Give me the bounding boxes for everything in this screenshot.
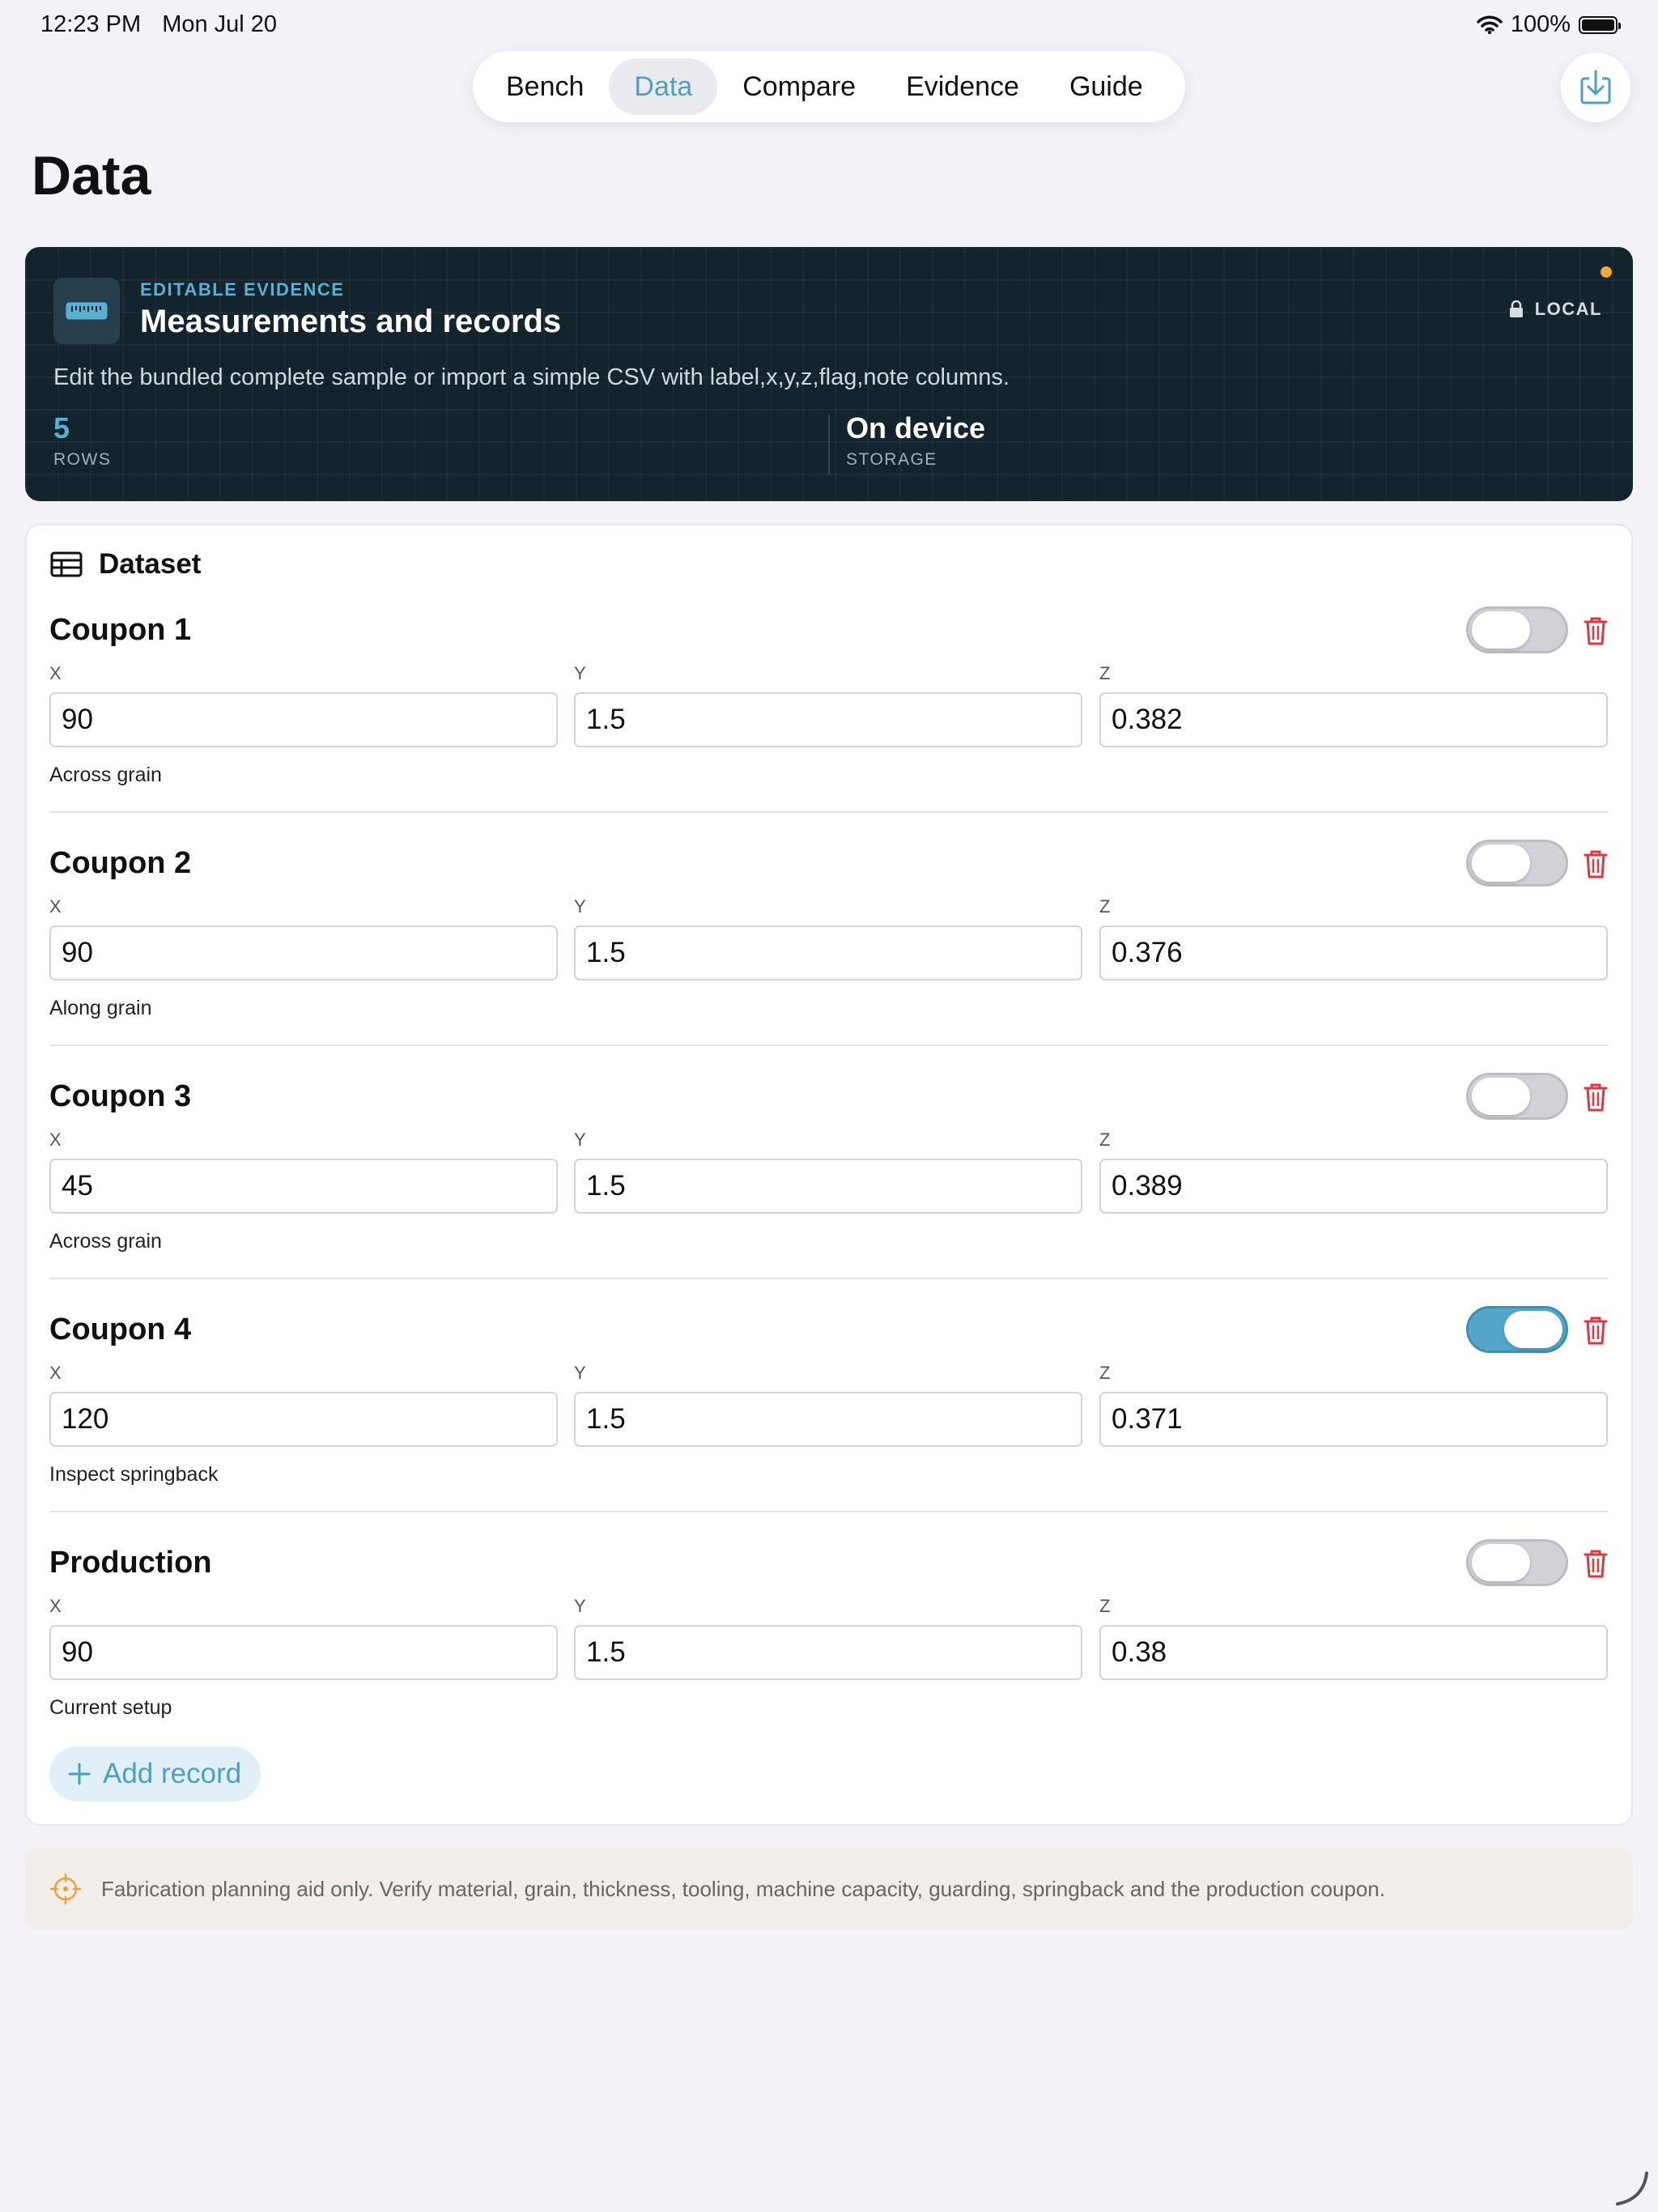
record-flag-toggle[interactable] [1466,1073,1568,1120]
y-input[interactable]: 1.5 [574,692,1082,747]
z-input[interactable]: 0.389 [1099,1159,1608,1214]
trash-icon [1584,850,1608,878]
x-field-label: X [49,896,62,917]
y-field-label: Y [574,663,586,683]
x-input[interactable]: 45 [49,1159,558,1214]
record-label: Coupon 3 [49,1079,192,1113]
z-field-label: Z [1099,663,1111,683]
safety-disclaimer: Fabrication planning aid only. Verify ma… [25,1848,1633,1930]
record-flag-toggle[interactable] [1466,840,1568,887]
plus-icon [68,1763,91,1785]
y-input[interactable]: 1.5 [574,1159,1082,1214]
hero-description: Edit the bundled complete sample or impo… [53,364,1010,390]
y-input[interactable]: 1.5 [574,925,1082,981]
record-row: Coupon 3 X Y Z 45 1.5 0.389 Across grain [49,990,1609,1279]
ruler-icon-box [53,278,120,344]
tab-evidence[interactable]: Evidence [881,58,1044,115]
add-record-label: Add record [103,1758,242,1789]
lock-icon [1509,300,1523,317]
delete-record-button[interactable] [1583,849,1609,883]
rows-stat-value: 5 [53,411,70,445]
y-field-label: Y [574,896,586,917]
trash-icon [1584,617,1608,645]
x-input[interactable]: 120 [49,1392,558,1447]
tab-bench[interactable]: Bench [481,58,609,115]
storage-stat-value: On device [846,411,986,445]
tab-compare[interactable]: Compare [717,58,881,115]
trash-icon [1584,1550,1608,1578]
record-label: Coupon 1 [49,613,192,647]
record-row: Production X Y Z 90 1.5 0.38 Current setup [49,1457,1609,1719]
status-date: Mon Jul 20 [162,11,278,37]
record-flag-toggle[interactable] [1466,1539,1568,1586]
z-field-label: Z [1099,1129,1111,1150]
z-field-label: Z [1099,896,1111,917]
z-input[interactable]: 0.376 [1099,925,1608,981]
status-time: 12:23 PM [40,11,142,37]
local-badge-label: LOCAL [1534,299,1602,319]
delete-record-button[interactable] [1583,1548,1609,1583]
z-field-label: Z [1099,1363,1111,1383]
x-field-label: X [49,1363,62,1383]
storage-stat-label: STORAGE [846,450,937,469]
z-field-label: Z [1099,1596,1111,1616]
trash-icon [1584,1317,1608,1345]
hero-eyebrow: EDITABLE EVIDENCE [140,279,345,300]
crosshair-icon [49,1873,82,1905]
status-right: 100% [1477,11,1621,38]
y-input[interactable]: 1.5 [574,1392,1082,1447]
rows-stat-label: ROWS [53,450,112,469]
y-field-label: Y [574,1363,586,1383]
delete-record-button[interactable] [1583,1315,1609,1350]
x-input[interactable]: 90 [49,925,558,981]
tab-guide[interactable]: Guide [1044,58,1168,115]
status-left: 12:23 PM Mon Jul 20 [40,11,291,38]
export-button[interactable] [1561,53,1630,122]
record-flag-toggle[interactable] [1466,606,1568,653]
trash-icon [1584,1083,1608,1112]
z-input[interactable]: 0.371 [1099,1392,1608,1447]
delete-record-button[interactable] [1583,1082,1609,1117]
x-input[interactable]: 90 [49,1625,558,1680]
status-dot [1601,266,1612,278]
record-row: Coupon 1 X Y Z 90 1.5 0.382 Across grain [49,524,1609,813]
tab-bar: Bench Data Compare Evidence Guide [473,51,1185,122]
y-field-label: Y [574,1129,586,1150]
record-flag-toggle[interactable] [1466,1306,1568,1353]
local-badge: LOCAL [1509,299,1602,320]
rows-stat: 5 ROWS [53,411,111,470]
delete-record-button[interactable] [1583,615,1609,650]
y-input[interactable]: 1.5 [574,1625,1082,1680]
x-input[interactable]: 90 [49,692,558,747]
stat-divider [828,415,830,474]
x-field-label: X [49,1129,62,1150]
page-title: Data [32,145,151,206]
add-record-button[interactable]: Add record [49,1746,261,1802]
z-input[interactable]: 0.38 [1099,1625,1608,1680]
disclaimer-text: Fabrication planning aid only. Verify ma… [101,1876,1385,1901]
evidence-hero-card: EDITABLE EVIDENCE Measurements and recor… [25,247,1633,501]
storage-stat: On device STORAGE [846,411,985,470]
record-note: Current setup [49,1696,172,1719]
y-field-label: Y [574,1596,586,1616]
hero-title: Measurements and records [140,304,562,339]
record-row: Coupon 4 X Y Z 120 1.5 0.371 Inspect springback [49,1223,1609,1512]
battery-icon [1579,15,1621,34]
status-bar: 12:23 PM Mon Jul 20 100% [40,11,1621,40]
wifi-icon [1477,15,1503,34]
tab-data[interactable]: Data [609,58,718,115]
record-label: Production [49,1546,212,1580]
ruler-icon [66,302,108,320]
battery-percent: 100% [1510,11,1571,37]
resize-handle-icon [1616,2172,1648,2206]
download-icon [1580,70,1611,104]
x-field-label: X [49,1596,62,1616]
record-label: Coupon 4 [49,1312,192,1346]
record-label: Coupon 2 [49,846,192,880]
record-row: Coupon 2 X Y Z 90 1.5 0.376 Along grain [49,757,1609,1046]
dataset-card: Dataset Coupon 1 X Y Z 90 1.5 0.382 Across grai… [25,524,1633,1826]
z-input[interactable]: 0.382 [1099,692,1608,747]
x-field-label: X [49,663,62,683]
